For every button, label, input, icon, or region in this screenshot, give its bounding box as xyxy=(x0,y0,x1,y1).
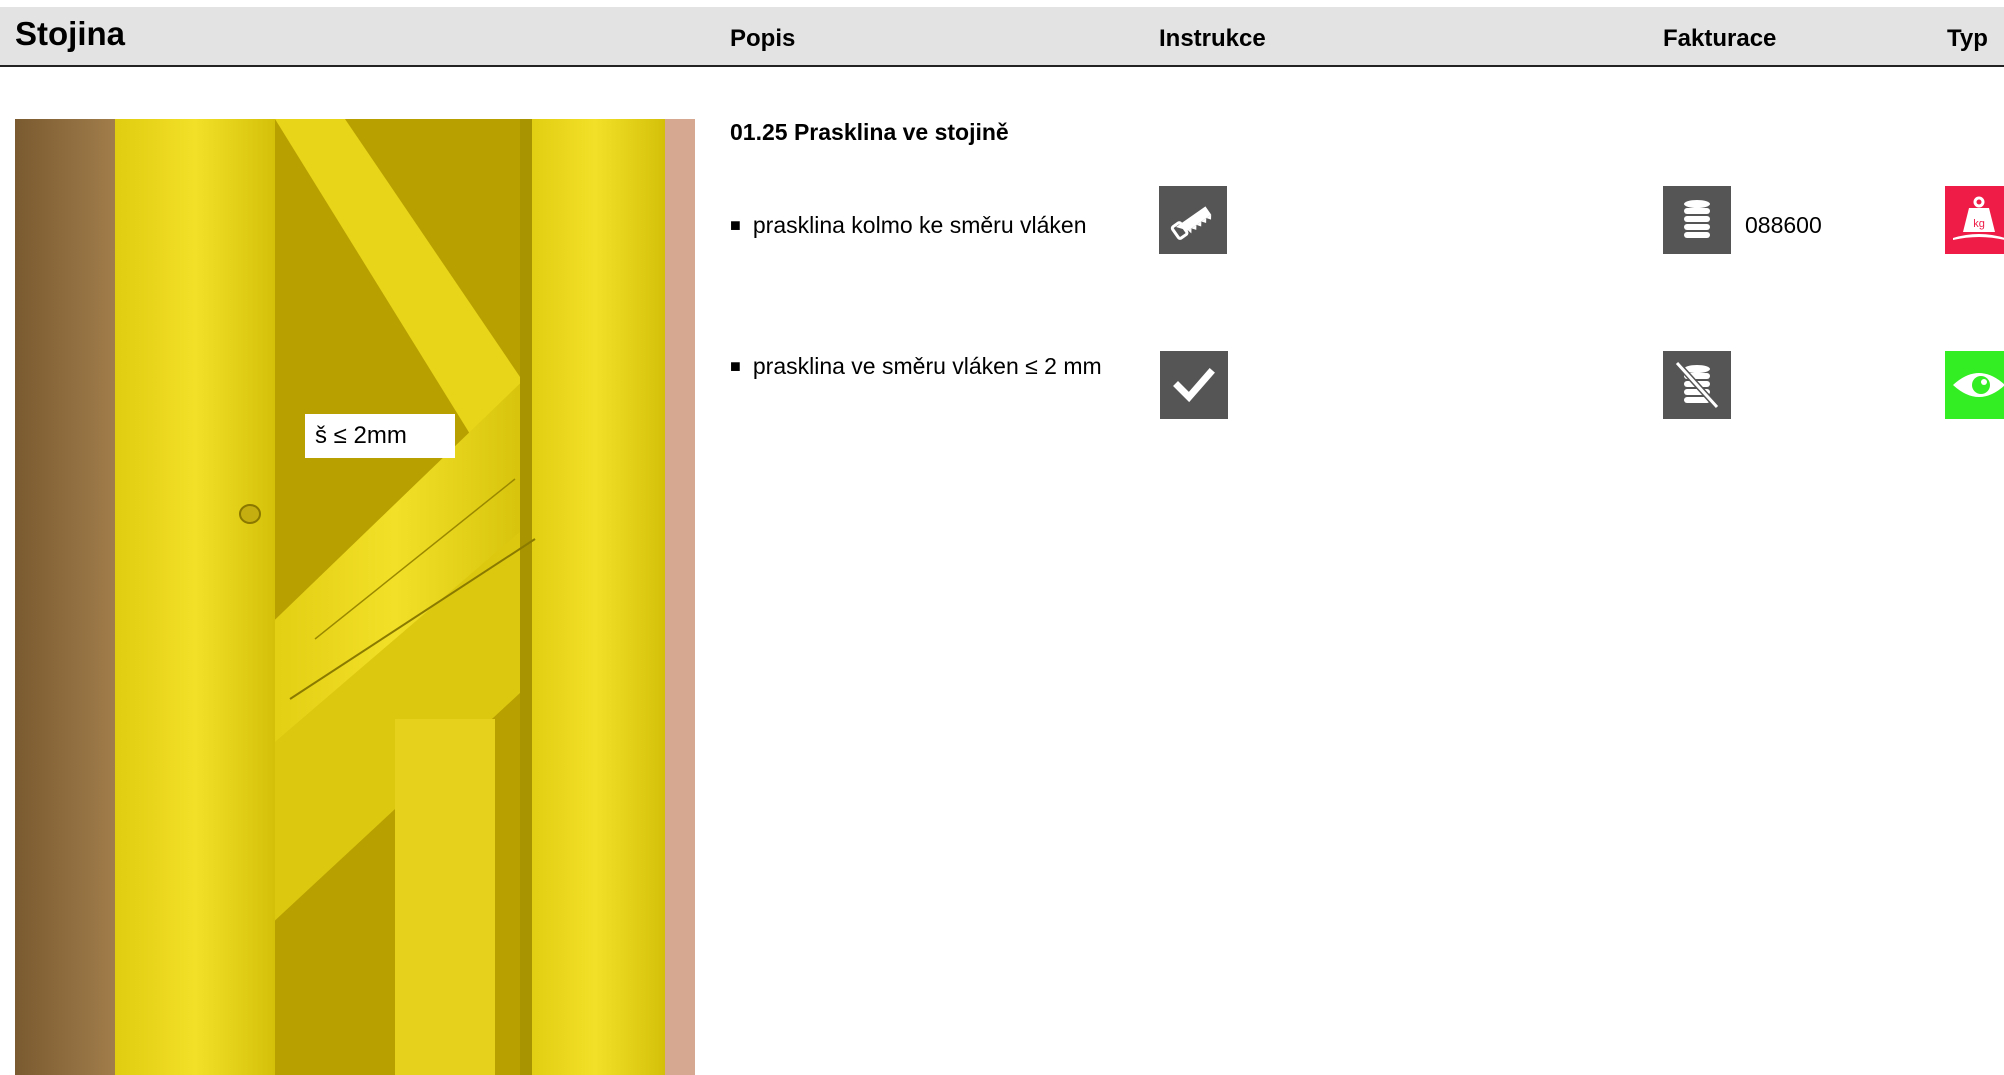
no-coins-icon xyxy=(1663,351,1731,419)
row-description: prasklina ve směru vláken ≤ 2 mm xyxy=(752,353,1102,379)
column-header-popis: Popis xyxy=(730,25,796,52)
list-item: ■ prasklina ve směru vláken ≤ 2 mm xyxy=(730,353,1102,380)
page-title: Stojina xyxy=(15,15,126,52)
eye-icon xyxy=(1945,351,2004,419)
column-header-instrukce: Instrukce xyxy=(1159,25,1266,52)
crack-width-label: š ≤ 2mm xyxy=(305,414,455,458)
svg-text:kg: kg xyxy=(1973,218,1985,230)
billing-code: 088600 xyxy=(1745,212,1822,238)
column-header-typ: Typ xyxy=(1947,25,1988,52)
row-description: prasklina kolmo ke směru vláken xyxy=(752,212,1087,238)
list-item: ■ prasklina kolmo ke směru vláken xyxy=(730,212,1087,239)
bullet: ■ xyxy=(730,215,741,235)
saw-icon xyxy=(1159,186,1227,254)
bullet: ■ xyxy=(730,356,741,376)
section-title: 01.25 Prasklina ve stojině xyxy=(730,119,1009,145)
column-header-fakturace: Fakturace xyxy=(1663,25,1777,52)
checkmark-icon xyxy=(1160,351,1228,419)
weight-kg-icon: kg xyxy=(1945,186,2004,254)
coins-icon xyxy=(1663,186,1731,254)
table-header: Stojina Popis Instrukce Fakturace Typ xyxy=(0,7,2004,67)
defect-photo: š ≤ 2mm xyxy=(15,119,695,1075)
